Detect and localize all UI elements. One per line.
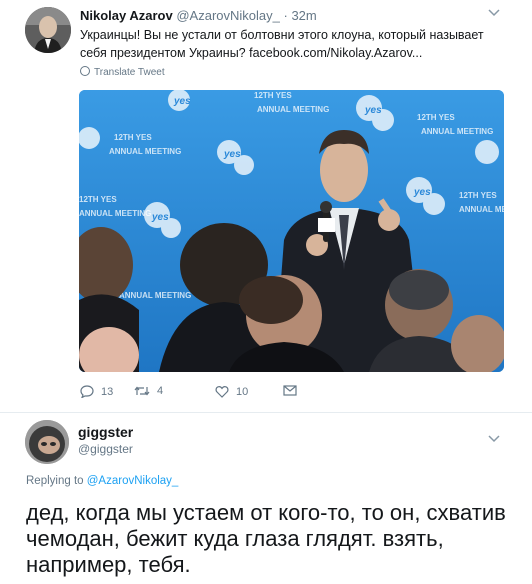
tweet-photo[interactable]: yes yes yes yes yes 12TH YES ANNUAL MEET… (79, 90, 504, 372)
like-button[interactable]: 10 (215, 385, 248, 398)
author-line: Nikolay Azarov @AzarovNikolay_ · 32m (80, 8, 317, 23)
avatar-giggster[interactable] (25, 420, 69, 464)
logo-text: yes (173, 96, 191, 107)
replying-to: Replying to @AzarovNikolay_ (26, 475, 178, 487)
globe-icon (80, 66, 90, 76)
retweet-count: 4 (157, 385, 164, 397)
svg-text:ANNUAL MEETING: ANNUAL MEETING (459, 205, 504, 214)
reply-icon (80, 385, 94, 398)
retweet-button[interactable]: 4 (134, 385, 163, 397)
svg-text:yes: yes (364, 105, 382, 116)
reply-button[interactable]: 13 (80, 385, 113, 398)
translate-tweet-link[interactable]: Translate Tweet (80, 66, 165, 78)
like-count: 10 (236, 385, 249, 398)
backdrop-text: ANNUAL MEETING (257, 105, 329, 114)
svg-text:ANNUAL MEETING: ANNUAL MEETING (119, 291, 191, 300)
backdrop-text: 12TH YES (254, 91, 292, 100)
author-handle[interactable]: @AzarovNikolay_ (176, 8, 280, 23)
tweet-text: дед, когда мы устаем от кого-то, то он, … (26, 500, 506, 577)
translate-label: Translate Tweet (94, 67, 165, 78)
like-icon (215, 386, 229, 398)
svg-text:12TH YES: 12TH YES (459, 191, 497, 200)
svg-text:ANNUAL MEETING: ANNUAL MEETING (109, 147, 181, 156)
svg-text:12TH YES: 12TH YES (417, 113, 455, 122)
dm-button[interactable] (283, 385, 297, 396)
svg-text:12TH YES: 12TH YES (114, 133, 152, 142)
svg-text:ANNUAL MEETING: ANNUAL MEETING (421, 127, 493, 136)
svg-text:12TH YES: 12TH YES (79, 195, 117, 204)
author-name[interactable]: giggster (78, 424, 133, 440)
svg-text:yes: yes (151, 212, 169, 223)
reply-count: 13 (101, 385, 114, 398)
tweet-text: Украинцы! Вы не устали от болтовни этого… (80, 28, 484, 60)
chevron-down-icon[interactable] (488, 432, 500, 446)
avatar-azarov[interactable] (25, 7, 71, 53)
dm-icon (283, 385, 297, 396)
divider (0, 412, 532, 413)
replying-to-link[interactable]: @AzarovNikolay_ (87, 475, 179, 487)
svg-text:yes: yes (413, 187, 431, 198)
svg-text:yes: yes (223, 149, 241, 160)
retweet-icon (134, 386, 150, 396)
author-name[interactable]: Nikolay Azarov (80, 8, 173, 23)
chevron-down-icon[interactable] (488, 6, 500, 20)
replying-prefix: Replying to (26, 475, 84, 487)
svg-text:ANNUAL MEETING: ANNUAL MEETING (79, 209, 151, 218)
tweet-time[interactable]: · 32m (284, 8, 317, 23)
author-handle[interactable]: @giggster (78, 442, 133, 456)
